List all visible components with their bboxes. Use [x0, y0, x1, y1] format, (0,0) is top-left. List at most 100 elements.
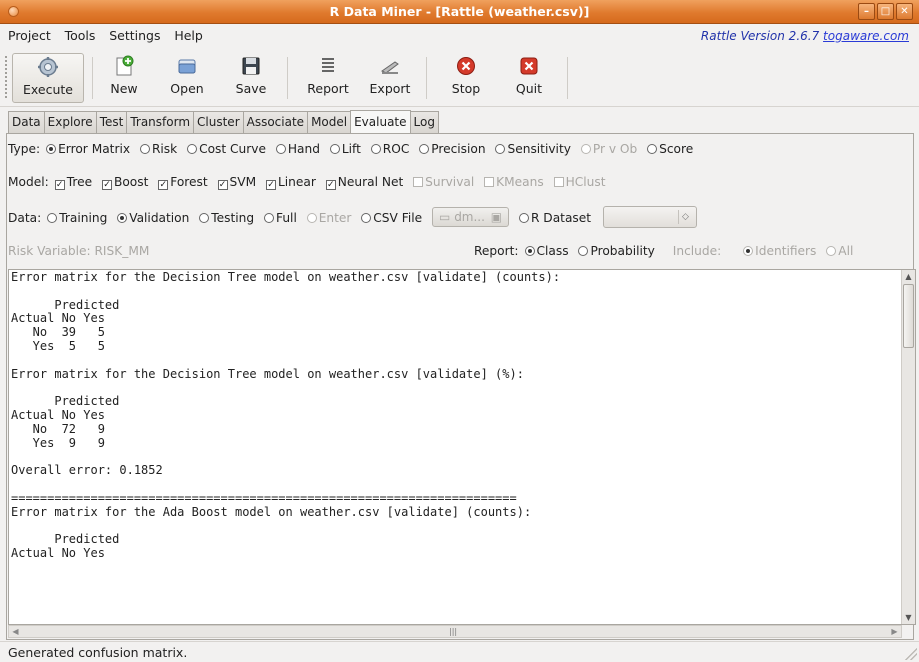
model-row: Model: ✓ Tree ✓ Boost ✓ Forest ✓ SVM ✓ Linear … — [8, 175, 606, 190]
scroll-left-icon[interactable]: ◀ — [9, 626, 22, 637]
data-row: Data: Training Validation Testing Full En… — [8, 206, 699, 229]
export-icon — [381, 61, 399, 74]
tab-data[interactable]: Data — [8, 111, 45, 133]
radio-r-dataset[interactable] — [518, 212, 529, 223]
tab-cluster[interactable]: Cluster — [193, 111, 244, 133]
radio-hand[interactable] — [275, 144, 286, 154]
tab-model[interactable]: Model — [307, 111, 352, 133]
radio-validation[interactable] — [117, 212, 128, 223]
radio-class[interactable] — [524, 246, 535, 256]
tab-test[interactable]: Test — [95, 111, 128, 133]
new-button[interactable]: New — [100, 53, 148, 103]
radio-lift[interactable] — [329, 144, 340, 154]
radio-sensitivity[interactable] — [495, 144, 506, 154]
radio-full[interactable] — [263, 212, 274, 223]
folder-open-icon — [178, 59, 196, 74]
checkbox-hclust — [553, 177, 564, 187]
checkbox-boost[interactable]: ✓ — [101, 180, 112, 190]
horizontal-scrollbar[interactable]: ◀ ||| ▶ — [8, 625, 902, 638]
minimize-icon[interactable]: – — [858, 3, 875, 20]
checkbox-neural-net[interactable]: ✓ — [325, 180, 336, 190]
menu-help[interactable]: Help — [174, 24, 203, 48]
scroll-thumb[interactable] — [903, 284, 914, 348]
csv-file-chooser[interactable]: ▭ dm... ▣ — [432, 206, 510, 227]
radio-pr-v-ob — [580, 144, 591, 154]
scroll-grip-icon: ||| — [449, 627, 458, 636]
window-menu-icon[interactable] — [8, 6, 19, 17]
combo-arrow-icon: ◇ — [677, 210, 692, 224]
scroll-right-icon[interactable]: ▶ — [888, 626, 901, 637]
type-row: Type: Error Matrix Risk Cost Curve Hand L… — [8, 142, 694, 156]
scroll-up-icon[interactable]: ▲ — [902, 270, 915, 283]
checkbox-linear[interactable]: ✓ — [266, 180, 276, 190]
tab-associate[interactable]: Associate — [242, 111, 309, 133]
vertical-scrollbar[interactable]: ▲ ▼ — [901, 270, 915, 624]
toolbar: Execute New Open Save Report Export Stop… — [0, 49, 919, 107]
radio-cost-curve[interactable] — [187, 144, 198, 154]
scroll-down-icon[interactable]: ▼ — [902, 611, 915, 624]
checkbox-survival — [413, 177, 424, 187]
menu-bar: Project Tools Settings Help Rattle Versi… — [0, 24, 919, 48]
model-label: Model: — [8, 175, 49, 189]
output-text: Error matrix for the Decision Tree model… — [11, 270, 561, 560]
quit-button[interactable]: Quit — [505, 53, 553, 103]
quit-icon — [520, 57, 538, 75]
checkbox-kmeans — [484, 177, 495, 187]
toolbar-separator — [567, 57, 568, 99]
menu-project[interactable]: Project — [8, 24, 51, 48]
toolbar-separator — [92, 57, 93, 99]
save-button[interactable]: Save — [228, 53, 274, 103]
toolbar-separator — [287, 57, 288, 99]
tab-explore[interactable]: Explore — [43, 111, 97, 133]
toolbar-grip[interactable] — [4, 55, 8, 99]
risk-variable-label: Risk Variable: RISK_MM — [8, 244, 150, 258]
report-icon — [322, 58, 334, 72]
radio-risk[interactable] — [139, 144, 150, 154]
export-button[interactable]: Export — [364, 53, 416, 103]
output-textview[interactable]: Error matrix for the Decision Tree model… — [8, 269, 916, 625]
radio-precision[interactable] — [419, 144, 430, 154]
maximize-icon[interactable]: □ — [877, 3, 894, 20]
report-button[interactable]: Report — [302, 53, 354, 103]
type-label: Type: — [8, 142, 41, 156]
notebook-tabs: Data Explore Test Transform Cluster Asso… — [8, 110, 439, 133]
menu-settings[interactable]: Settings — [109, 24, 160, 48]
execute-button[interactable]: Execute — [12, 53, 84, 103]
radio-score[interactable] — [647, 144, 658, 154]
tab-evaluate[interactable]: Evaluate — [350, 110, 411, 133]
window-title: R Data Miner - [Rattle (weather.csv)] — [329, 4, 590, 19]
new-document-icon — [116, 55, 134, 76]
stop-button[interactable]: Stop — [442, 53, 490, 103]
radio-probability[interactable] — [578, 246, 589, 256]
toolbar-separator — [426, 57, 427, 99]
radio-enter — [306, 212, 317, 223]
radio-csv-file[interactable] — [361, 212, 372, 223]
resize-grip-icon[interactable] — [905, 648, 917, 660]
report-group: Report: Class Probability Include: Identi… — [474, 244, 854, 258]
close-icon[interactable]: ✕ — [896, 3, 913, 20]
radio-testing[interactable] — [199, 212, 210, 223]
title-bar: R Data Miner - [Rattle (weather.csv)] – … — [0, 0, 919, 24]
radio-error-matrix[interactable] — [46, 144, 57, 154]
tab-transform[interactable]: Transform — [126, 111, 195, 133]
menu-tools[interactable]: Tools — [65, 24, 96, 48]
status-text: Generated confusion matrix. — [8, 645, 188, 660]
stop-icon — [457, 57, 475, 75]
radio-training[interactable] — [47, 212, 58, 223]
radio-all — [826, 246, 837, 256]
checkbox-forest[interactable]: ✓ — [158, 180, 169, 190]
window-controls: – □ ✕ — [858, 3, 913, 20]
radio-roc[interactable] — [370, 144, 381, 154]
r-dataset-combo[interactable]: ◇ — [602, 206, 697, 228]
risk-row: Risk Variable: RISK_MM Report: Class Prob… — [8, 244, 908, 258]
tab-log[interactable]: Log — [409, 111, 439, 133]
gear-icon — [38, 57, 58, 77]
checkbox-tree[interactable]: ✓ — [54, 180, 65, 190]
togaware-link[interactable]: togaware.com — [823, 29, 909, 43]
checkbox-svm[interactable]: ✓ — [217, 180, 228, 190]
data-label: Data: — [8, 210, 42, 225]
floppy-disk-icon — [242, 57, 260, 75]
status-bar: Generated confusion matrix. — [0, 641, 919, 662]
open-button[interactable]: Open — [163, 53, 211, 103]
version-label: Rattle Version 2.6.7 togaware.com — [700, 29, 909, 43]
